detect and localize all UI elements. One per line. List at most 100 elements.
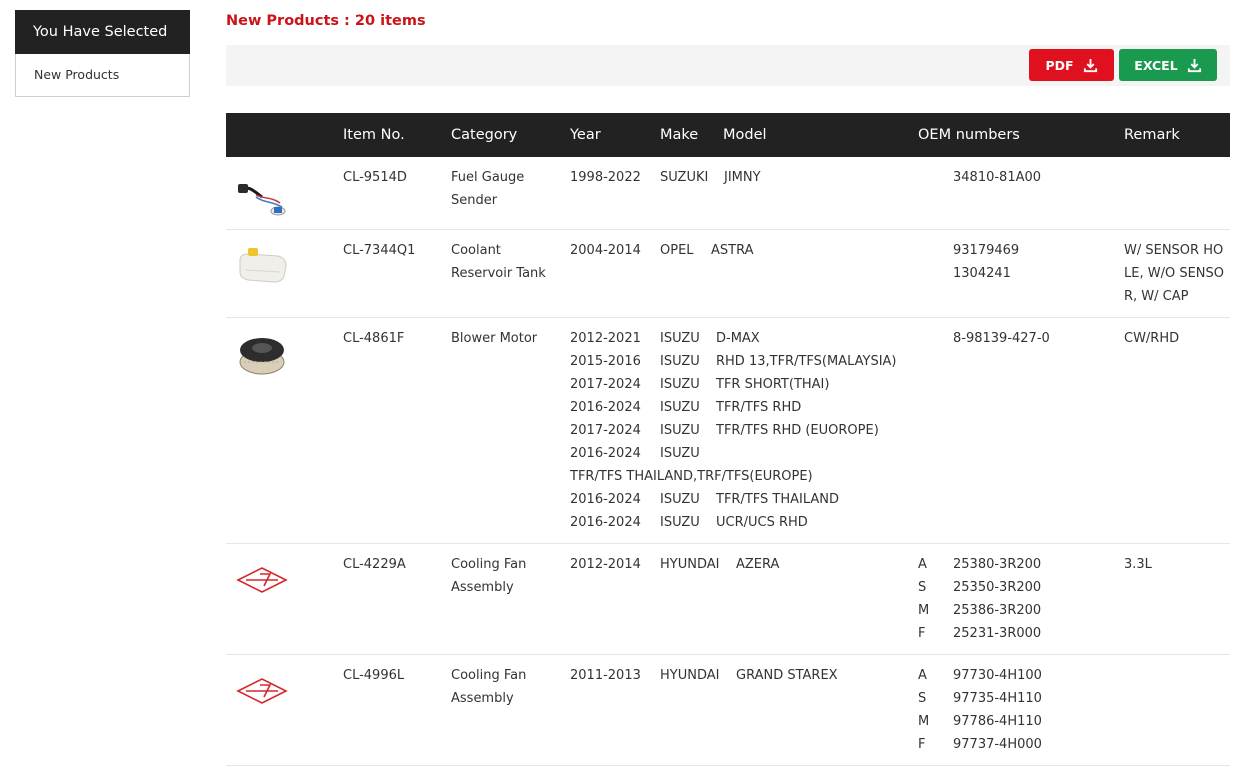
header-item-no: Item No. [343, 127, 405, 143]
application-line: 2016-2024 ISUZU TFR/TFS THAILAND [570, 488, 839, 511]
application-line: 2016-2024 ISUZU UCR/UCS RHD [570, 511, 808, 534]
remark-line: CW/RHD [1124, 331, 1180, 346]
table-row[interactable]: CL-9514D Fuel Gauge Sender 1998-2022 SUZ… [226, 157, 1230, 230]
make: ISUZU [660, 331, 700, 346]
make: ISUZU [660, 515, 700, 530]
make: OPEL [660, 243, 694, 258]
application-line: 2012-2014 HYUNDAI AZERA [570, 553, 779, 576]
fuel-gauge-sender-image[interactable] [234, 167, 290, 221]
category-line: Assembly [451, 691, 514, 706]
oem-code: M [918, 603, 930, 618]
model: ASTRA [711, 243, 754, 258]
model: AZERA [736, 557, 780, 572]
header-oem-numbers: OEM numbers [918, 127, 1020, 143]
item-number[interactable]: CL-7344Q1 [343, 239, 415, 262]
oem-code: S [918, 691, 927, 706]
make: ISUZU [660, 492, 700, 507]
remark-line: W/ SENSOR HO [1124, 243, 1224, 258]
category-line: Cooling Fan [451, 557, 527, 572]
model: TFR/TFS RHD (EUOROPE) [716, 423, 879, 438]
table-row[interactable]: CL-7344Q1 Coolant Reservoir Tank 2004-20… [226, 230, 1230, 318]
page-title: New Products : 20 items [226, 13, 426, 29]
model-wrapped: TFR/TFS THAILAND,TRF/TFS(EUROPE) [570, 469, 813, 484]
remark-line: R, W/ CAP [1124, 289, 1189, 304]
no-image-logo[interactable] [234, 554, 290, 608]
application-line: 2016-2024 ISUZU TFR/TFS RHD [570, 396, 801, 419]
application-line: 1998-2022 SUZUKI JIMNY [570, 166, 761, 189]
category-line: Fuel Gauge [451, 170, 525, 185]
category-line: Reservoir Tank [451, 266, 546, 281]
selection-heading: You Have Selected [15, 10, 190, 54]
make: ISUZU [660, 423, 700, 438]
products-table-header: Item No. Category Year Make Model OEM nu… [226, 113, 1230, 157]
table-row[interactable]: CL-4861F Blower Motor 2012-2021 ISUZU D-MA… [226, 318, 1230, 544]
oem-code: S [918, 580, 927, 595]
oem-code: A [918, 668, 927, 683]
oem-number: 93179469 [953, 243, 1020, 258]
make: ISUZU [660, 400, 700, 415]
application-line: 2004-2014 OPEL ASTRA [570, 239, 754, 262]
blower-motor-image[interactable] [234, 328, 290, 382]
year: 2017-2024 [570, 423, 641, 438]
oem-number: 25386-3R200 [953, 603, 1042, 618]
application-line: 2016-2024 ISUZU [570, 442, 700, 465]
export-toolbar: PDF EXCEL [226, 45, 1230, 86]
year: 2016-2024 [570, 400, 641, 415]
model: JIMNY [724, 170, 761, 185]
oem-code: A [918, 557, 927, 572]
oem-number: 25231-3R000 [953, 626, 1042, 641]
excel-export-button[interactable]: EXCEL [1119, 49, 1217, 81]
selection-panel: You Have Selected New Products [15, 10, 190, 97]
make: ISUZU [660, 377, 700, 392]
header-remark: Remark [1124, 127, 1180, 143]
application-line: 2012-2021 ISUZU D-MAX [570, 327, 760, 350]
year: 2011-2013 [570, 668, 641, 683]
category-line: Blower Motor [451, 331, 538, 346]
application-line: 2015-2016 ISUZU RHD 13,TFR/TFS(MALAYSIA) [570, 350, 897, 373]
download-icon [1187, 58, 1201, 72]
oem-code: F [918, 626, 926, 641]
oem-number: 97786-4H110 [953, 714, 1042, 729]
item-number[interactable]: CL-4229A [343, 553, 406, 576]
application-line: 2017-2024 ISUZU TFR/TFS RHD (EUOROPE) [570, 419, 879, 442]
year: 1998-2022 [570, 170, 641, 185]
model: RHD 13,TFR/TFS(MALAYSIA) [716, 354, 897, 369]
category-line: Coolant [451, 243, 501, 258]
download-icon [1083, 58, 1097, 72]
item-number[interactable]: CL-9514D [343, 166, 407, 189]
category-line: Assembly [451, 580, 514, 595]
oem-number: 97737-4H000 [953, 737, 1042, 752]
header-category: Category [451, 127, 518, 143]
model: TFR/TFS THAILAND [716, 492, 840, 507]
table-row[interactable]: CL-4996L Cooling Fan Assembly 2011-2013 … [226, 655, 1230, 766]
make: ISUZU [660, 446, 700, 461]
model: UCR/UCS RHD [716, 515, 808, 530]
item-number[interactable]: CL-4861F [343, 327, 404, 350]
pdf-export-button[interactable]: PDF [1029, 49, 1114, 81]
header-model: Model [723, 127, 767, 143]
oem-number: 25380-3R200 [953, 557, 1042, 572]
oem-number: 97730-4H100 [953, 668, 1042, 683]
year: 2016-2024 [570, 515, 641, 530]
category-line: Sender [451, 193, 498, 208]
year: 2004-2014 [570, 243, 641, 258]
oem-number: 8-98139-427-0 [953, 331, 1050, 346]
oem-code: F [918, 737, 926, 752]
oem-number: 1304241 [953, 266, 1011, 281]
coolant-reservoir-tank-image[interactable] [234, 240, 290, 294]
oem-number: 97735-4H110 [953, 691, 1042, 706]
item-number[interactable]: CL-4996L [343, 664, 404, 687]
no-image-logo[interactable] [234, 665, 290, 719]
table-row[interactable]: CL-4229A Cooling Fan Assembly 2012-2014 … [226, 544, 1230, 655]
year: 2012-2014 [570, 557, 641, 572]
year: 2016-2024 [570, 446, 641, 461]
application-line: 2017-2024 ISUZU TFR SHORT(THAI) [570, 373, 829, 396]
selected-filter-new-products[interactable]: New Products [15, 54, 190, 97]
year: 2016-2024 [570, 492, 641, 507]
year: 2012-2021 [570, 331, 641, 346]
model: GRAND STAREX [736, 668, 838, 683]
header-year: Year [570, 127, 601, 143]
make: SUZUKI [660, 170, 709, 185]
category-line: Cooling Fan [451, 668, 527, 683]
remark-line: LE, W/O SENSO [1124, 266, 1224, 281]
